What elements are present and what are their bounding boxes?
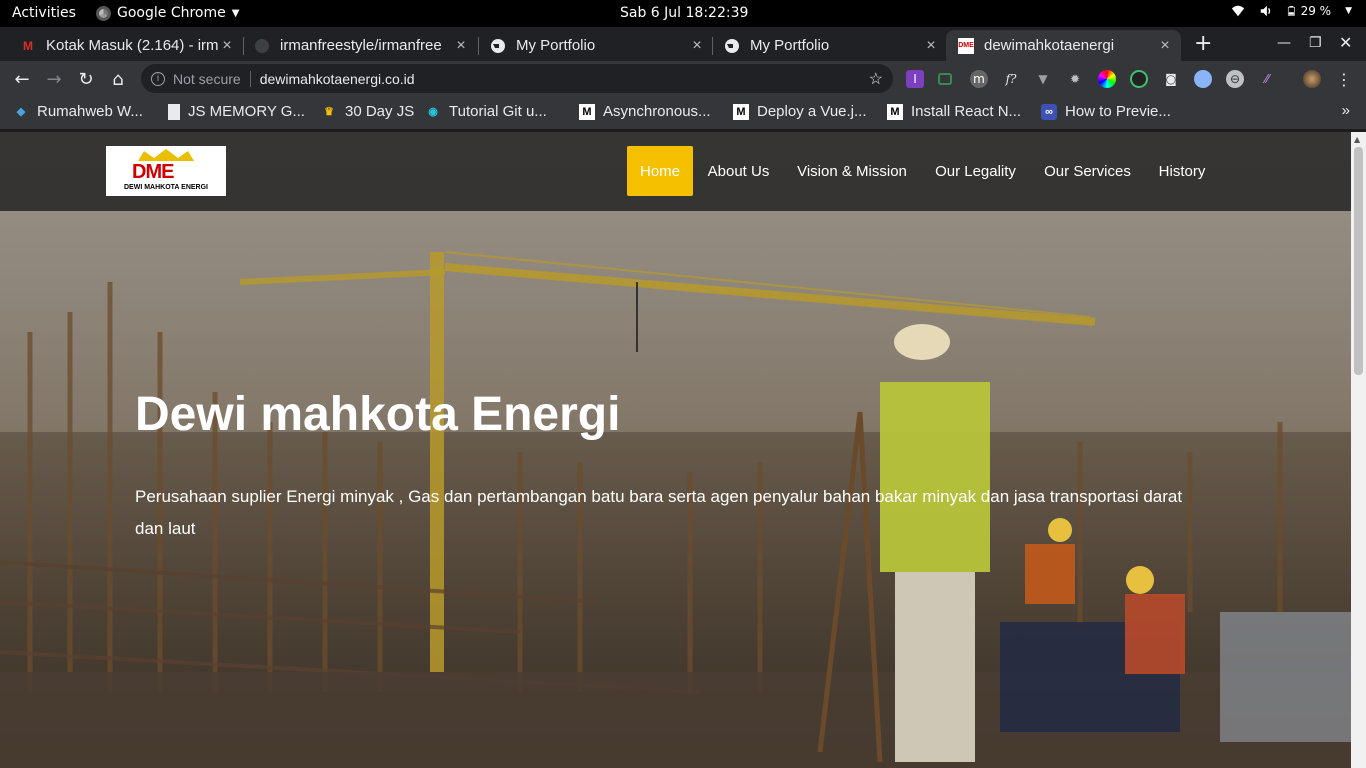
browser-toolbar: ← → ↻ ⌂ i Not secure dewimahkotaenergi.c…: [0, 61, 1366, 97]
page-scrollbar[interactable]: ▲: [1351, 132, 1366, 768]
nav-our-legality[interactable]: Our Legality: [927, 146, 1024, 196]
bookmark-rumahweb[interactable]: ◆ Rumahweb W...: [13, 103, 143, 120]
home-button[interactable]: ⌂: [106, 67, 130, 91]
extension-icon-3[interactable]: m: [970, 70, 988, 88]
wifi-icon: [1231, 5, 1244, 17]
globe-icon: [490, 38, 506, 54]
reload-button[interactable]: ↻: [74, 67, 98, 91]
extension-icon-2[interactable]: [938, 73, 952, 85]
bookmark-30-day-js[interactable]: ♛ 30 Day JS: [321, 103, 414, 120]
system-tray[interactable]: 29 % ▼: [1231, 4, 1352, 18]
security-label: Not secure: [173, 70, 241, 87]
extension-icon-6[interactable]: ✹: [1066, 70, 1084, 88]
window-close-button[interactable]: ✕: [1339, 33, 1352, 52]
back-button[interactable]: ←: [10, 67, 34, 91]
bookmark-install-react[interactable]: M Install React N...: [887, 103, 1021, 120]
doc-icon: [168, 103, 180, 120]
gnome-top-bar: Activities Google Chrome ▼ Sab 6 Jul 18:…: [0, 0, 1366, 27]
page-viewport: DME DEWI MAHKOTA ENERGI Home About Us Vi…: [0, 132, 1351, 768]
bookmark-how-to-preview[interactable]: ∞ How to Previe...: [1041, 103, 1171, 120]
infinity-icon: ∞: [1041, 103, 1057, 120]
close-icon[interactable]: ×: [923, 37, 939, 55]
hero-description: Perusahaan suplier Energi minyak , Gas d…: [135, 487, 1183, 538]
medium-icon: M: [579, 103, 595, 120]
scroll-up-icon[interactable]: ▲: [1354, 135, 1360, 144]
extension-icon-4[interactable]: f?: [1002, 70, 1020, 88]
bookmark-deploy-vue[interactable]: M Deploy a Vue.j...: [733, 103, 867, 120]
bookmark-tutorial-git[interactable]: ◉ Tutorial Git u...: [425, 103, 547, 120]
forward-button[interactable]: →: [42, 67, 66, 91]
info-icon[interactable]: i: [151, 71, 165, 86]
dme-favicon: DME: [958, 37, 974, 54]
github-icon: [254, 38, 270, 54]
power-menu-caret-icon: ▼: [1345, 6, 1352, 16]
caret-down-icon: ▼: [231, 7, 240, 19]
close-icon[interactable]: ×: [219, 37, 235, 55]
crown-icon: ♛: [324, 106, 334, 118]
bookmark-asynchronous[interactable]: M Asynchronous...: [579, 103, 711, 120]
construction-hero-image: [0, 132, 1351, 768]
tab-gmail[interactable]: M Kotak Masuk (2.164) - irm ×: [0, 30, 243, 61]
close-icon[interactable]: ×: [1157, 37, 1173, 55]
site-logo[interactable]: DME DEWI MAHKOTA ENERGI: [106, 146, 226, 196]
globe-icon: [724, 38, 740, 54]
battery-icon: [1287, 6, 1295, 16]
clock[interactable]: Sab 6 Jul 18:22:39: [620, 5, 748, 21]
bookmark-js-memory[interactable]: JS MEMORY G...: [168, 103, 305, 120]
vue-extension-icon[interactable]: ▼: [1034, 70, 1052, 88]
nav-about-us[interactable]: About Us: [700, 146, 777, 196]
tab-my-portfolio-2[interactable]: My Portfolio ×: [704, 30, 947, 61]
nav-vision-mission[interactable]: Vision & Mission: [789, 146, 915, 196]
volume-icon: [1260, 5, 1270, 17]
minimize-button[interactable]: —: [1277, 35, 1291, 51]
medium-icon: M: [887, 103, 903, 120]
maximize-button[interactable]: ❐: [1309, 35, 1322, 51]
tab-dewimahkotaenergi[interactable]: DME dewimahkotaenergi ×: [946, 30, 1181, 61]
nav-our-services[interactable]: Our Services: [1036, 146, 1139, 196]
extension-icon-7[interactable]: [1098, 70, 1116, 88]
hero-title: Dewi mahkota Energi: [135, 388, 621, 441]
site-navbar: DME DEWI MAHKOTA ENERGI Home About Us Vi…: [0, 132, 1351, 211]
app-menu-label: Google Chrome: [117, 5, 226, 21]
camera-icon[interactable]: ◙: [1162, 70, 1180, 88]
bookmarks-overflow-icon[interactable]: »: [1342, 102, 1350, 119]
close-icon[interactable]: ×: [689, 37, 705, 55]
address-bar[interactable]: i Not secure dewimahkotaenergi.co.id ☆: [141, 64, 893, 93]
scrollbar-thumb[interactable]: [1354, 147, 1363, 375]
medium-icon: M: [733, 103, 749, 120]
url-text[interactable]: dewimahkotaenergi.co.id: [260, 71, 415, 87]
logo-mark: DME: [132, 161, 174, 183]
compass-icon: ◉: [428, 106, 438, 118]
battery-percent: 29 %: [1300, 4, 1332, 18]
extension-icon-10[interactable]: [1194, 70, 1212, 88]
bookmark-star-icon[interactable]: ☆: [869, 69, 883, 89]
tab-strip: M Kotak Masuk (2.164) - irm × irmanfrees…: [0, 27, 1366, 61]
logo-subtitle: DEWI MAHKOTA ENERGI: [124, 184, 208, 191]
nav-history[interactable]: History: [1151, 146, 1213, 196]
nav-home[interactable]: Home: [627, 146, 693, 196]
chrome-menu-button[interactable]: ⋮: [1335, 70, 1353, 89]
gmail-icon: M: [23, 38, 33, 53]
app-menu[interactable]: Google Chrome ▼: [96, 5, 239, 21]
avatar[interactable]: [1303, 70, 1321, 88]
tab-github[interactable]: irmanfreestyle/irmanfree ×: [234, 30, 477, 61]
rumahweb-icon: ◆: [16, 106, 26, 118]
new-tab-button[interactable]: +: [1194, 31, 1212, 56]
extension-icon-8[interactable]: [1130, 70, 1148, 88]
close-icon[interactable]: ×: [453, 37, 469, 55]
extension-icon-1[interactable]: I: [906, 70, 924, 88]
activities-button[interactable]: Activities: [12, 5, 76, 21]
tab-my-portfolio-1[interactable]: My Portfolio ×: [470, 30, 713, 61]
extension-icon-12[interactable]: ⁄⁄: [1258, 70, 1276, 88]
extension-icon-11[interactable]: ⊖: [1226, 70, 1244, 88]
bookmarks-bar: ◆ Rumahweb W... JS MEMORY G... ♛ 30 Day JS…: [0, 97, 1366, 129]
chrome-icon: [96, 5, 111, 21]
